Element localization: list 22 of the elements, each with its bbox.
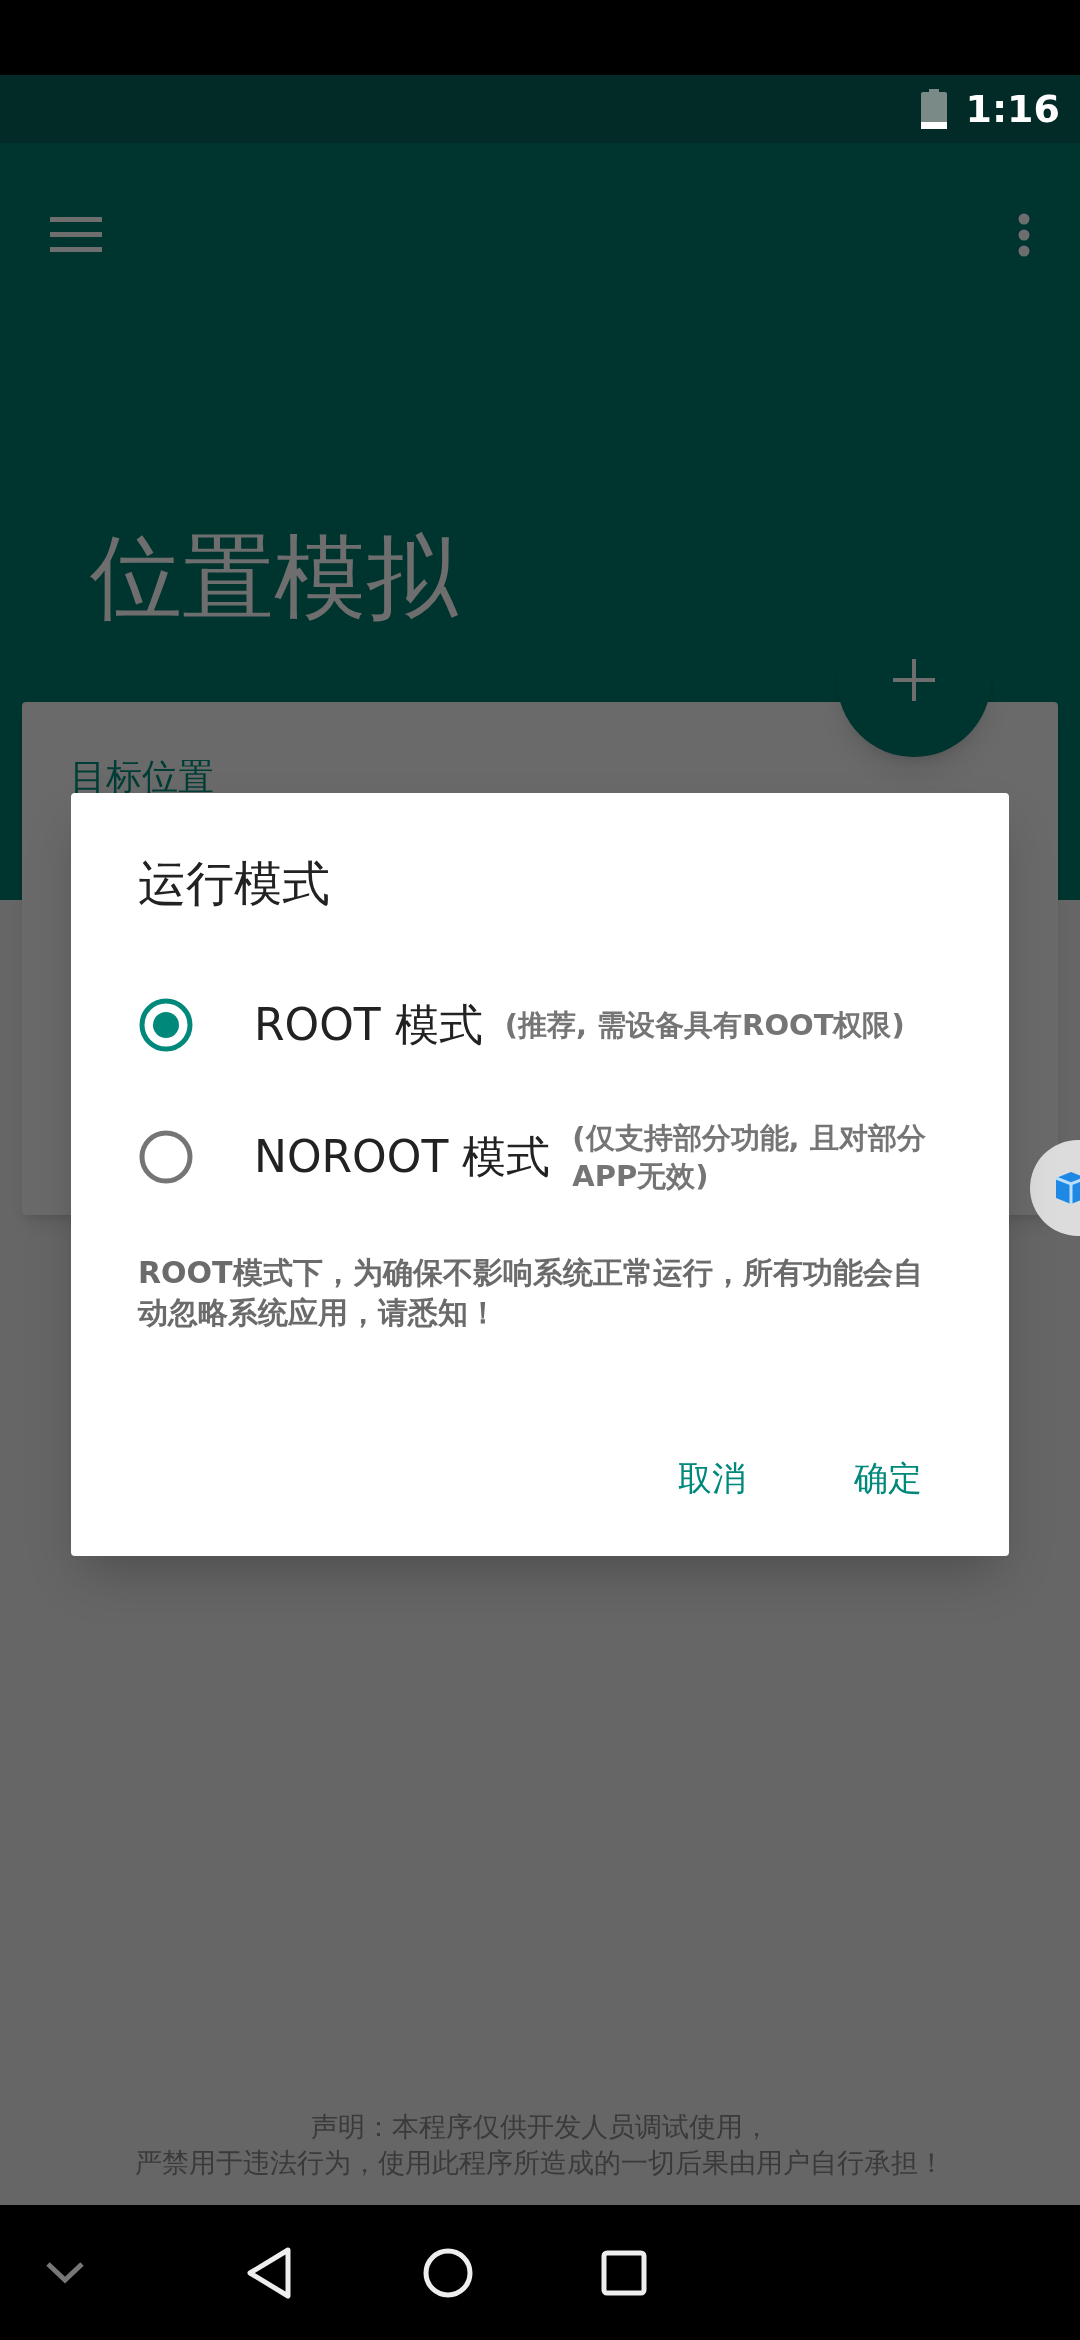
radio-button[interactable] — [138, 997, 194, 1053]
dialog-title: 运行模式 — [138, 854, 331, 913]
card-title: 目标位置 — [70, 756, 214, 797]
dialog-message: ROOT模式下，为确保不影响系统正常运行，所有功能会自动忽略系统应用，请悉知！ — [138, 1254, 924, 1332]
radio-button[interactable] — [138, 1129, 194, 1185]
option-label: ROOT 模式 — [254, 998, 483, 1052]
option-note: (推荐, 需设备具有ROOT权限) — [504, 1007, 905, 1044]
option-label: NOROOT 模式 — [254, 1130, 551, 1184]
cube-icon — [1054, 1170, 1080, 1206]
back-icon[interactable] — [245, 2245, 293, 2300]
dialog-button[interactable]: 确定 — [834, 1441, 942, 1516]
more-options-icon[interactable] — [1018, 213, 1030, 257]
battery-icon — [921, 89, 948, 129]
option-note: (仅支持部分功能, 且对部分APP无效) — [572, 1120, 927, 1195]
clock: 1:16 — [965, 85, 1060, 133]
menu-icon[interactable] — [50, 217, 102, 253]
plus-icon — [893, 659, 935, 701]
chevron-down-icon[interactable] — [45, 2260, 85, 2285]
home-icon[interactable] — [423, 2247, 473, 2298]
recents-icon[interactable] — [601, 2249, 647, 2296]
dialog-button[interactable]: 取消 — [658, 1441, 766, 1516]
page-title: 位置模拟 — [90, 532, 459, 624]
